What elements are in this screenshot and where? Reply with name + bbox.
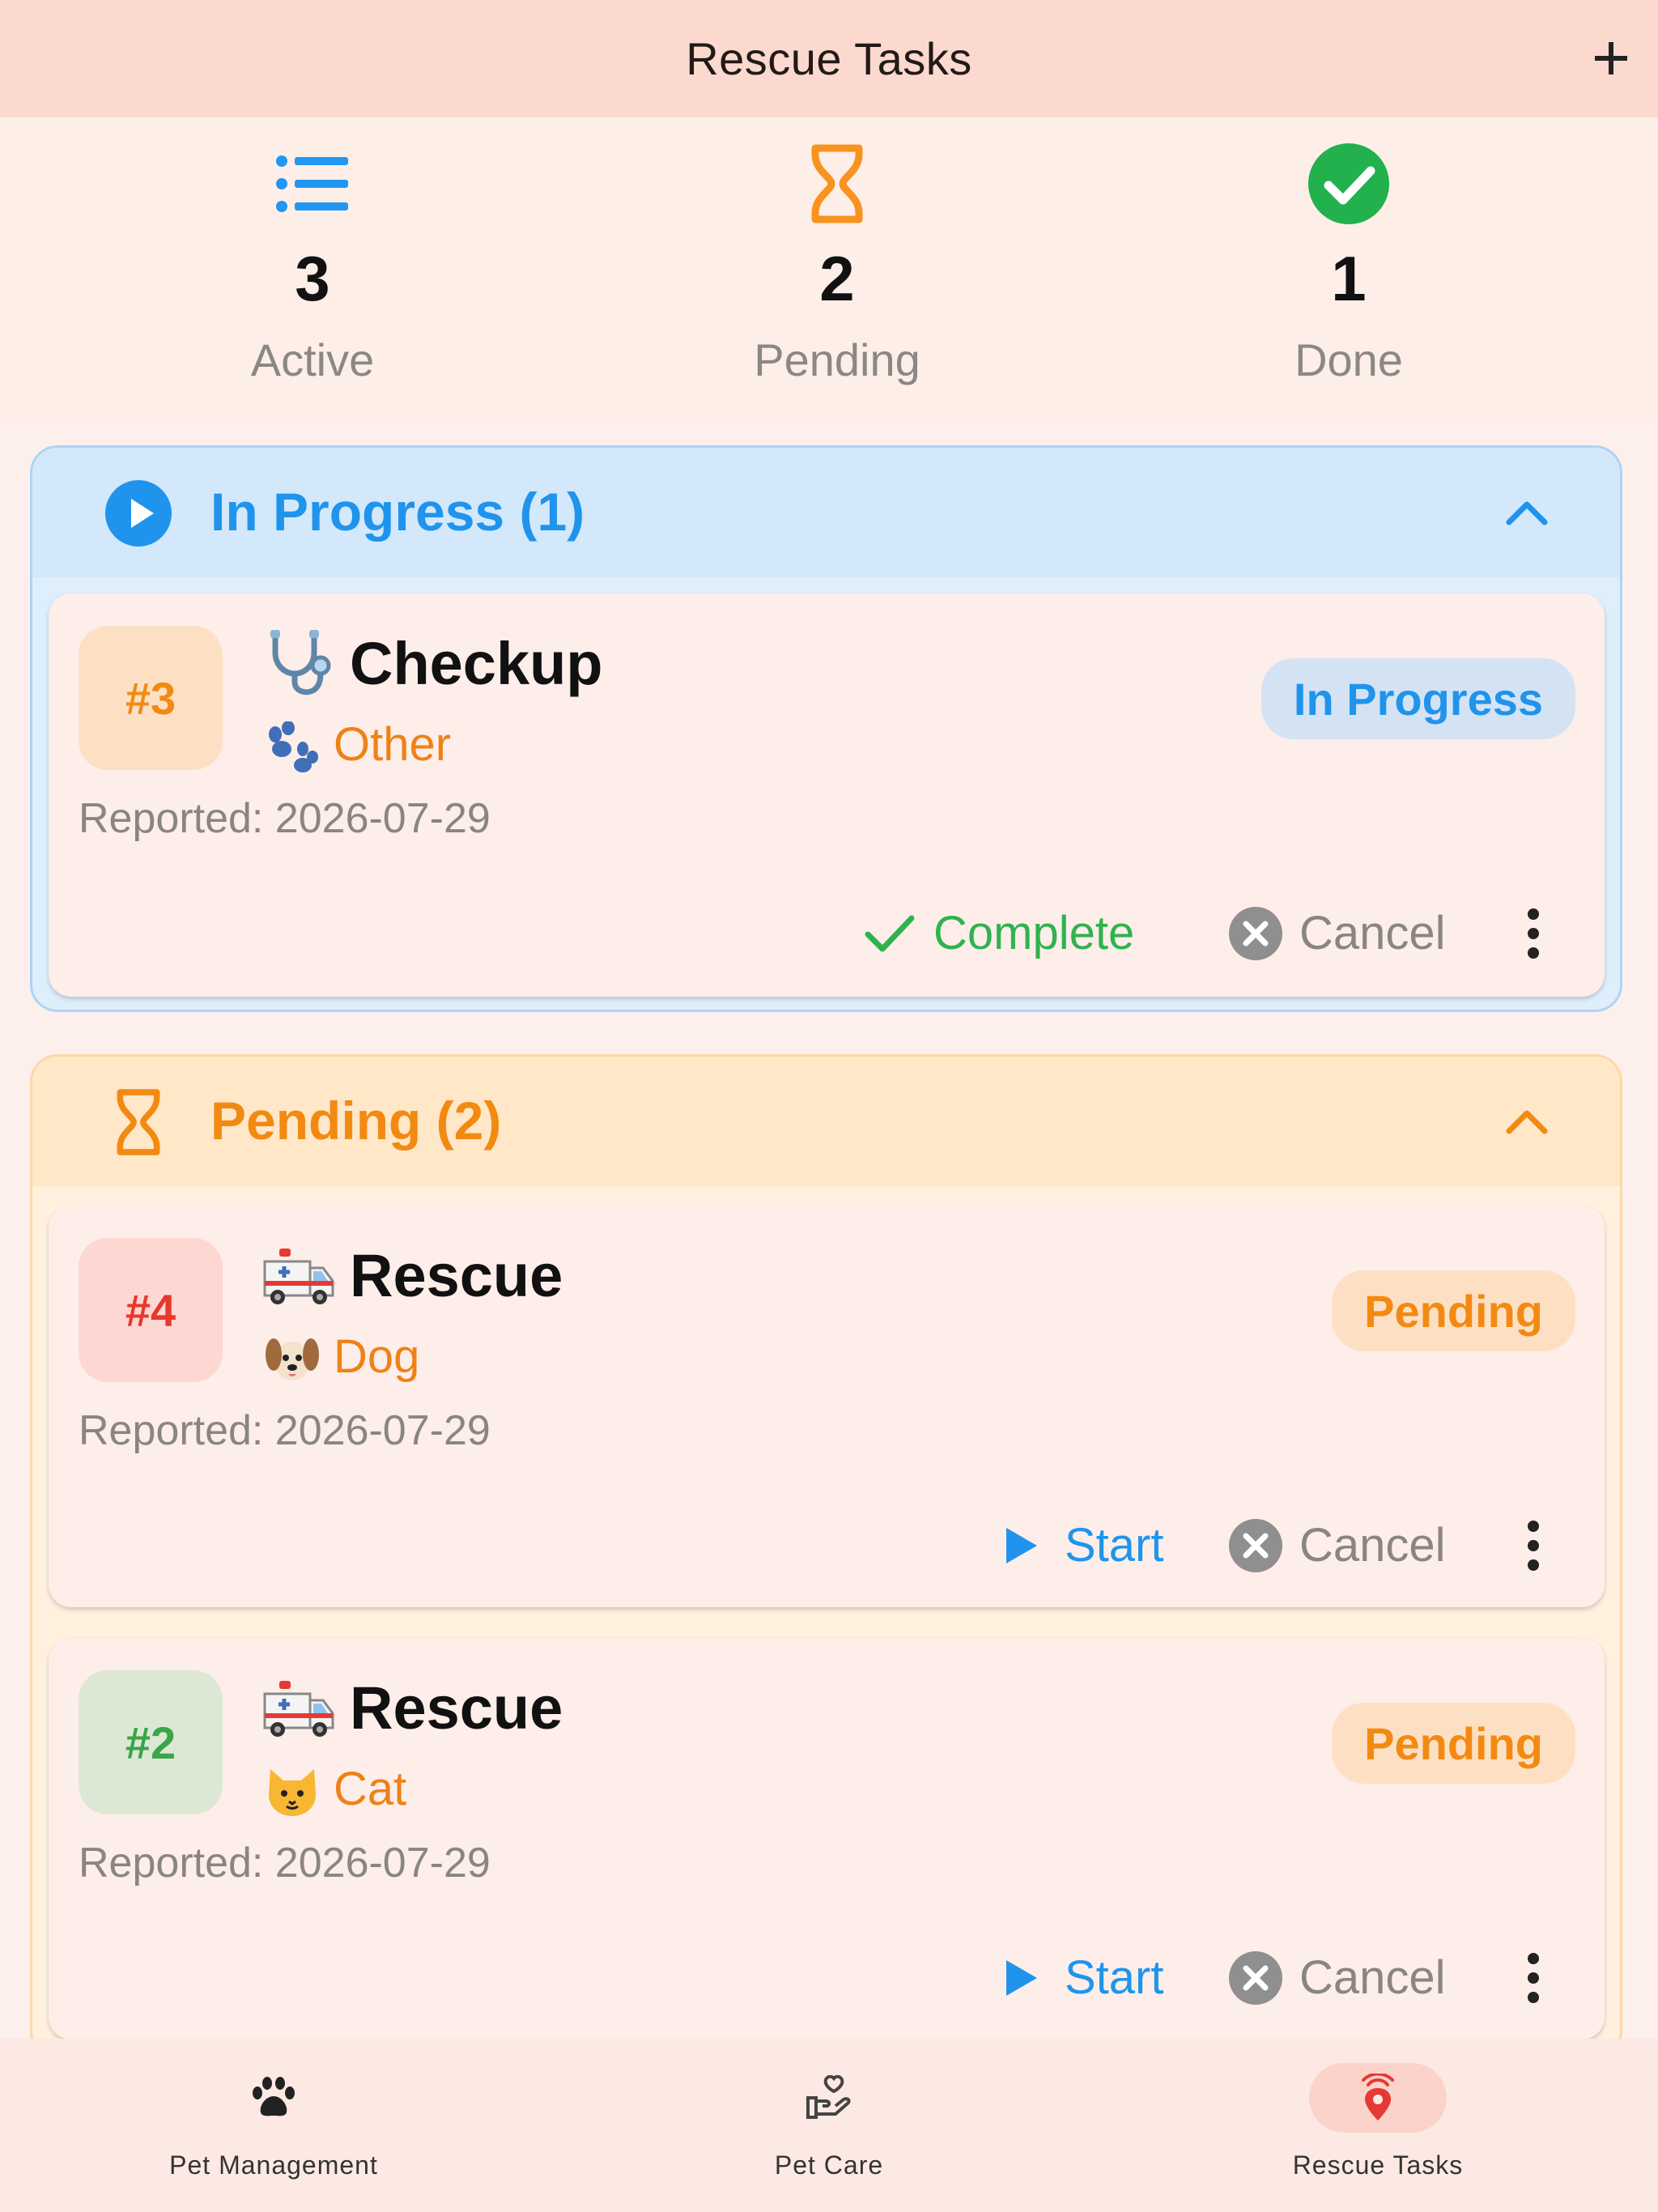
task-id-badge: #3 — [79, 626, 223, 770]
in-progress-section-header[interactable]: In Progress (1) — [32, 448, 1620, 577]
animal-type-label: Dog — [334, 1330, 420, 1383]
start-button-label: Start — [1065, 1519, 1164, 1572]
check-icon — [861, 904, 919, 963]
stat-active-count: 3 — [295, 243, 330, 314]
dog-face-icon — [263, 1330, 321, 1389]
nav-label: Pet Management — [169, 2150, 378, 2180]
location-signal-icon — [1362, 2074, 1394, 2121]
stat-active: 3 Active — [151, 142, 474, 383]
ambulance-icon — [263, 1240, 336, 1312]
cancel-button-label: Cancel — [1299, 907, 1446, 959]
paw-icon — [253, 2077, 295, 2116]
cat-face-icon — [263, 1763, 321, 1821]
cancel-circle-icon — [1226, 1949, 1285, 2007]
play-icon — [992, 1949, 1050, 2007]
stat-pending: 2 Pending — [675, 142, 999, 383]
more-options-button[interactable] — [1509, 1946, 1558, 2010]
more-options-button[interactable] — [1509, 901, 1558, 966]
hourglass-icon — [795, 142, 879, 226]
more-vert-icon — [1528, 908, 1539, 959]
complete-button[interactable]: Complete — [861, 893, 1134, 974]
stat-done: 1 Done — [1187, 142, 1511, 383]
stat-pending-label: Pending — [754, 334, 920, 385]
bottom-navigation: Pet Management Pet Care Rescue Tasks — [0, 2039, 1658, 2212]
list-icon — [270, 142, 355, 226]
task-id-badge: #2 — [79, 1670, 223, 1814]
complete-button-label: Complete — [933, 907, 1135, 959]
collapse-in-progress-button[interactable] — [1499, 488, 1555, 537]
cancel-button-label: Cancel — [1299, 1951, 1446, 2004]
paw-icon — [263, 718, 321, 776]
add-task-button[interactable] — [1582, 29, 1640, 87]
stat-done-label: Done — [1295, 334, 1403, 385]
stats-summary: 3 Active 2 Pending 1 Done — [0, 117, 1658, 423]
start-button-label: Start — [1065, 1951, 1164, 2004]
start-button[interactable]: Start — [992, 1938, 1164, 2018]
page-title: Rescue Tasks — [686, 33, 972, 84]
cancel-button-label: Cancel — [1299, 1519, 1446, 1572]
task-card[interactable]: #3 Checkup Other Reported: 2026-07-29 In… — [49, 593, 1605, 997]
status-badge: Pending — [1332, 1270, 1575, 1351]
in-progress-section-title: In Progress (1) — [210, 482, 585, 542]
ambulance-icon — [263, 1672, 336, 1745]
collapse-pending-button[interactable] — [1499, 1097, 1555, 1146]
more-vert-icon — [1528, 1953, 1539, 2003]
hand-heart-icon — [806, 2075, 851, 2119]
hourglass-icon — [104, 1087, 173, 1157]
task-title: Rescue — [350, 1674, 563, 1742]
plus-icon — [1595, 42, 1627, 74]
animal-type-label: Cat — [334, 1763, 407, 1815]
reported-date: Reported: 2026-07-29 — [79, 1840, 491, 1887]
cancel-button[interactable]: Cancel — [1226, 1505, 1446, 1586]
cancel-circle-icon — [1226, 1516, 1285, 1575]
stat-pending-count: 2 — [819, 243, 855, 314]
pending-section: Pending (2) #4 Rescue Dog Reported: 2026… — [30, 1054, 1622, 2058]
app-bar: Rescue Tasks — [0, 0, 1658, 117]
stat-active-label: Active — [250, 334, 375, 385]
check-circle-icon — [1307, 142, 1391, 226]
card-actions: Start Cancel — [49, 1938, 1605, 2018]
stat-done-count: 1 — [1331, 243, 1367, 314]
more-options-button[interactable] — [1509, 1513, 1558, 1578]
task-title: Checkup — [350, 630, 603, 697]
nav-label: Pet Care — [774, 2150, 884, 2180]
cancel-button[interactable]: Cancel — [1226, 893, 1446, 974]
cancel-circle-icon — [1226, 904, 1285, 963]
task-card[interactable]: #2 Rescue Cat Reported: 2026-07-29 Pendi… — [49, 1638, 1605, 2040]
nav-item-pet-management[interactable]: Pet Management — [104, 2063, 444, 2201]
reported-date: Reported: 2026-07-29 — [79, 795, 491, 842]
chevron-up-icon — [1506, 501, 1548, 525]
nav-label: Rescue Tasks — [1292, 2150, 1464, 2180]
in-progress-section: In Progress (1) #3 Checkup Other Reporte… — [30, 445, 1622, 1012]
cancel-button[interactable]: Cancel — [1226, 1938, 1446, 2018]
nav-item-rescue-tasks[interactable]: Rescue Tasks — [1208, 2063, 1548, 2201]
more-vert-icon — [1528, 1521, 1539, 1571]
card-actions: Start Cancel — [49, 1505, 1605, 1586]
pending-section-header[interactable]: Pending (2) — [32, 1057, 1620, 1186]
stethoscope-icon — [263, 627, 336, 700]
pending-section-title: Pending (2) — [210, 1091, 502, 1151]
task-id-badge: #4 — [79, 1238, 223, 1382]
nav-item-pet-care[interactable]: Pet Care — [659, 2063, 999, 2201]
status-badge: In Progress — [1261, 658, 1575, 739]
card-actions: Complete Cancel — [49, 893, 1605, 974]
task-title: Rescue — [350, 1242, 563, 1309]
play-circle-icon — [104, 479, 173, 548]
reported-date: Reported: 2026-07-29 — [79, 1407, 491, 1454]
play-icon — [992, 1516, 1050, 1575]
chevron-up-icon — [1506, 1110, 1548, 1134]
status-badge: Pending — [1332, 1703, 1575, 1784]
start-button[interactable]: Start — [992, 1505, 1164, 1586]
task-card[interactable]: #4 Rescue Dog Reported: 2026-07-29 Pendi… — [49, 1206, 1605, 1607]
animal-type-label: Other — [334, 718, 452, 771]
